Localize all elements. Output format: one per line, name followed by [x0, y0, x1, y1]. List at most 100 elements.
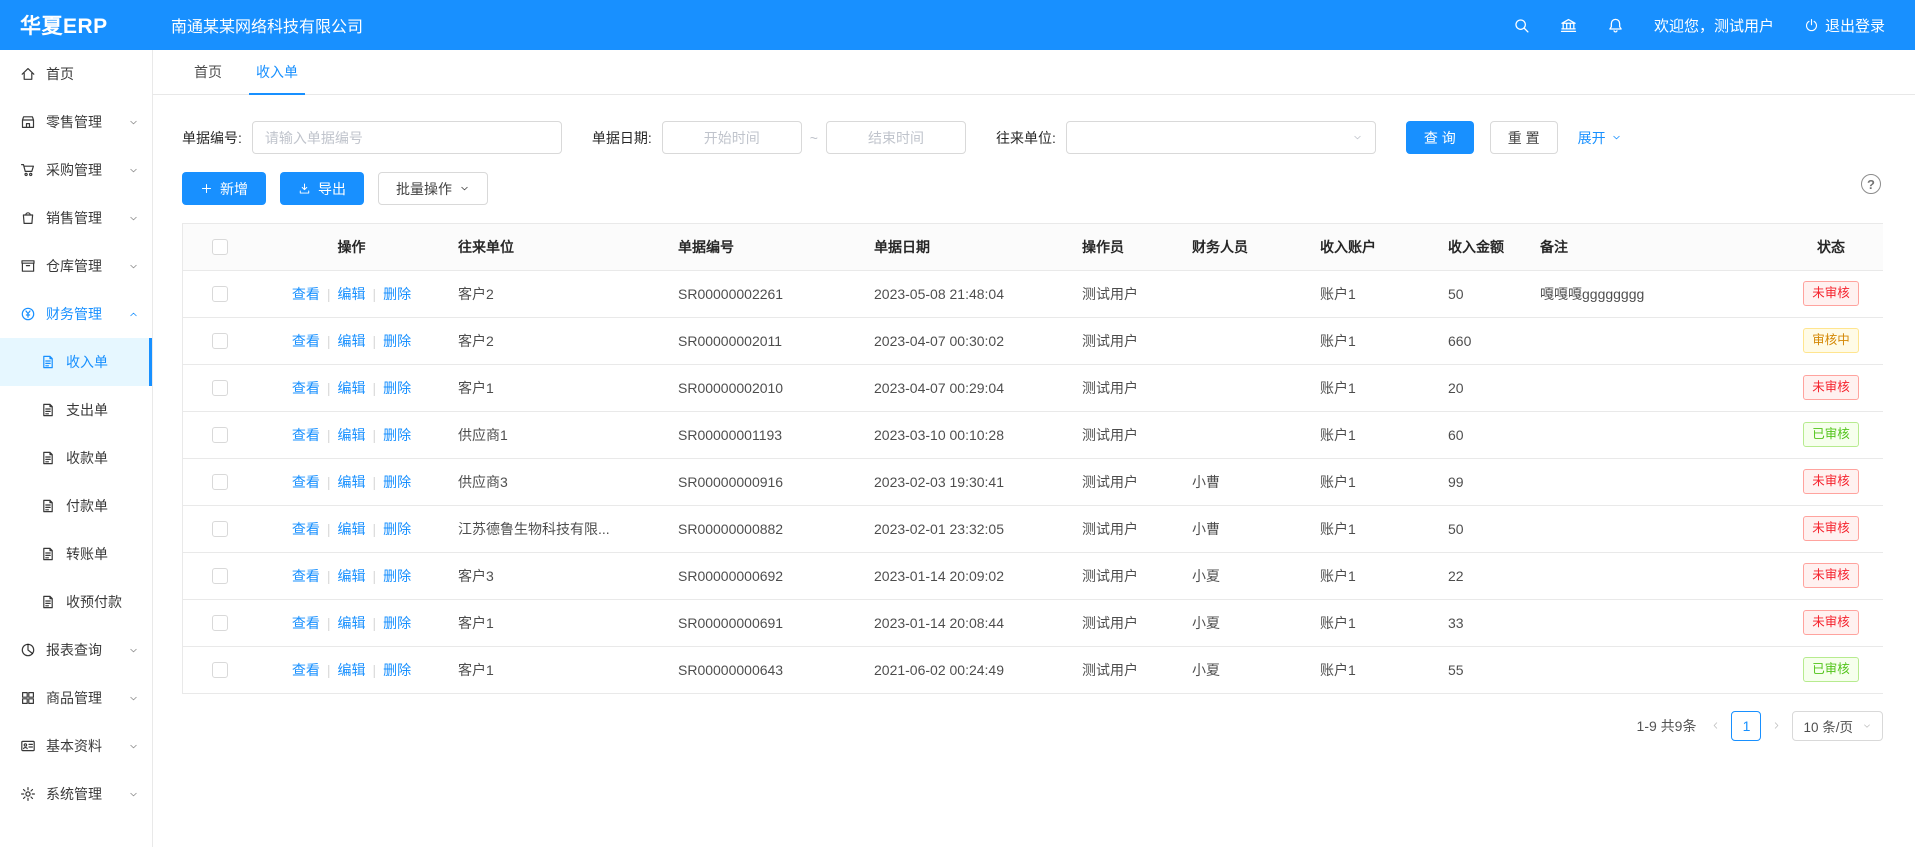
- sidebar-item-label: 仓库管理: [46, 256, 128, 276]
- sidebar-item-warehouse[interactable]: 仓库管理: [0, 242, 152, 290]
- sidebar-menu: 首页零售管理采购管理销售管理仓库管理财务管理收入单支出单收款单付款单转账单收预付…: [0, 50, 152, 818]
- delete-link[interactable]: 删除: [383, 286, 411, 302]
- cell-account: 账户1: [1308, 505, 1436, 552]
- prev-page-button[interactable]: [1710, 720, 1721, 731]
- sidebar-item-transfer-bill[interactable]: 转账单: [0, 530, 152, 578]
- delete-link[interactable]: 删除: [383, 380, 411, 396]
- export-button[interactable]: 导出: [280, 172, 364, 205]
- delete-link[interactable]: 删除: [383, 427, 411, 443]
- page-size-select[interactable]: 10 条/页: [1792, 711, 1883, 741]
- edit-link[interactable]: 编辑: [338, 427, 366, 443]
- sidebar-item-advance-bill[interactable]: 收预付款: [0, 578, 152, 626]
- action-divider: |: [373, 615, 377, 631]
- sidebar-item-basic[interactable]: 基本资料: [0, 722, 152, 770]
- row-checkbox[interactable]: [212, 615, 228, 631]
- delete-link[interactable]: 删除: [383, 474, 411, 490]
- tab-income-bill[interactable]: 收入单: [239, 50, 315, 94]
- shop-icon: [20, 114, 36, 130]
- search-icon[interactable]: [1513, 17, 1530, 34]
- edit-link[interactable]: 编辑: [338, 568, 366, 584]
- cell-bill_no: SR00000000916: [666, 458, 862, 505]
- table-row: 查看|编辑|删除客户2SR000000020112023-04-07 00:30…: [183, 317, 1883, 364]
- tab-home[interactable]: 首页: [177, 50, 239, 94]
- partner-select[interactable]: [1066, 121, 1376, 154]
- view-link[interactable]: 查看: [292, 662, 320, 678]
- delete-link[interactable]: 删除: [383, 662, 411, 678]
- expand-toggle[interactable]: 展开: [1578, 128, 1622, 148]
- sidebar-item-label: 转账单: [66, 544, 139, 564]
- sidebar-item-purchase[interactable]: 采购管理: [0, 146, 152, 194]
- batch-button[interactable]: 批量操作: [378, 172, 488, 205]
- view-link[interactable]: 查看: [292, 333, 320, 349]
- sidebar-item-sale[interactable]: 销售管理: [0, 194, 152, 242]
- row-checkbox[interactable]: [212, 286, 228, 302]
- doc-icon: [40, 498, 56, 514]
- sidebar-item-finance[interactable]: 财务管理: [0, 290, 152, 338]
- sidebar-item-report[interactable]: 报表查询: [0, 626, 152, 674]
- row-checkbox[interactable]: [212, 474, 228, 490]
- cell-amount: 60: [1436, 411, 1528, 458]
- view-link[interactable]: 查看: [292, 521, 320, 537]
- sidebar-item-receipt-bill[interactable]: 收款单: [0, 434, 152, 482]
- row-checkbox[interactable]: [212, 568, 228, 584]
- cell-remark: [1528, 646, 1779, 693]
- action-divider: |: [327, 427, 331, 443]
- delete-link[interactable]: 删除: [383, 333, 411, 349]
- page-number-button[interactable]: 1: [1731, 711, 1761, 741]
- help-icon[interactable]: ?: [1861, 174, 1881, 194]
- bell-icon[interactable]: [1607, 17, 1624, 34]
- sidebar-item-income-bill[interactable]: 收入单: [0, 338, 152, 386]
- bank-icon[interactable]: [1560, 17, 1577, 34]
- logout-button[interactable]: 退出登录: [1804, 15, 1885, 36]
- cell-finance_staff: [1180, 317, 1308, 364]
- edit-link[interactable]: 编辑: [338, 474, 366, 490]
- sidebar-item-home[interactable]: 首页: [0, 50, 152, 98]
- row-checkbox[interactable]: [212, 333, 228, 349]
- select-all-checkbox[interactable]: [212, 239, 228, 255]
- edit-link[interactable]: 编辑: [338, 333, 366, 349]
- view-link[interactable]: 查看: [292, 615, 320, 631]
- delete-link[interactable]: 删除: [383, 521, 411, 537]
- status-badge: 未审核: [1803, 563, 1859, 587]
- cell-bill_no: SR00000002261: [666, 270, 862, 317]
- delete-link[interactable]: 删除: [383, 615, 411, 631]
- date-start-input[interactable]: [662, 121, 802, 154]
- edit-link[interactable]: 编辑: [338, 286, 366, 302]
- edit-link[interactable]: 编辑: [338, 380, 366, 396]
- app-logo[interactable]: 华夏ERP: [0, 10, 153, 40]
- date-end-input[interactable]: [826, 121, 966, 154]
- add-button[interactable]: 新增: [182, 172, 266, 205]
- search-button[interactable]: 查 询: [1406, 121, 1474, 154]
- view-link[interactable]: 查看: [292, 427, 320, 443]
- row-status-cell: 未审核: [1779, 599, 1883, 646]
- row-checkbox[interactable]: [212, 662, 228, 678]
- view-link[interactable]: 查看: [292, 286, 320, 302]
- sidebar-item-payment-bill[interactable]: 付款单: [0, 482, 152, 530]
- edit-link[interactable]: 编辑: [338, 521, 366, 537]
- delete-link[interactable]: 删除: [383, 568, 411, 584]
- pie-icon: [20, 642, 36, 658]
- column-header-actions: 操作: [257, 224, 446, 270]
- cell-bill_no: SR00000002010: [666, 364, 862, 411]
- cell-bill_date: 2023-02-01 23:32:05: [862, 505, 1070, 552]
- row-select-cell: [183, 364, 257, 411]
- view-link[interactable]: 查看: [292, 474, 320, 490]
- logout-icon: [1804, 18, 1819, 33]
- sidebar-item-system[interactable]: 系统管理: [0, 770, 152, 818]
- reset-button[interactable]: 重 置: [1490, 121, 1558, 154]
- table-header-row: 操作往来单位单据编号单据日期操作员财务人员收入账户收入金额备注状态: [183, 224, 1883, 270]
- bill-no-input[interactable]: [252, 121, 562, 154]
- next-page-button[interactable]: [1771, 720, 1782, 731]
- row-checkbox[interactable]: [212, 380, 228, 396]
- row-checkbox[interactable]: [212, 427, 228, 443]
- view-link[interactable]: 查看: [292, 568, 320, 584]
- sidebar-item-retail[interactable]: 零售管理: [0, 98, 152, 146]
- edit-link[interactable]: 编辑: [338, 615, 366, 631]
- view-link[interactable]: 查看: [292, 380, 320, 396]
- app-header: 华夏ERP 南通某某网络科技有限公司 欢迎您，测试用户 退出登录: [0, 0, 1915, 50]
- sidebar-item-goods[interactable]: 商品管理: [0, 674, 152, 722]
- row-checkbox[interactable]: [212, 521, 228, 537]
- edit-link[interactable]: 编辑: [338, 662, 366, 678]
- sidebar-item-expense-bill[interactable]: 支出单: [0, 386, 152, 434]
- filter-partner: 往来单位:: [996, 121, 1376, 154]
